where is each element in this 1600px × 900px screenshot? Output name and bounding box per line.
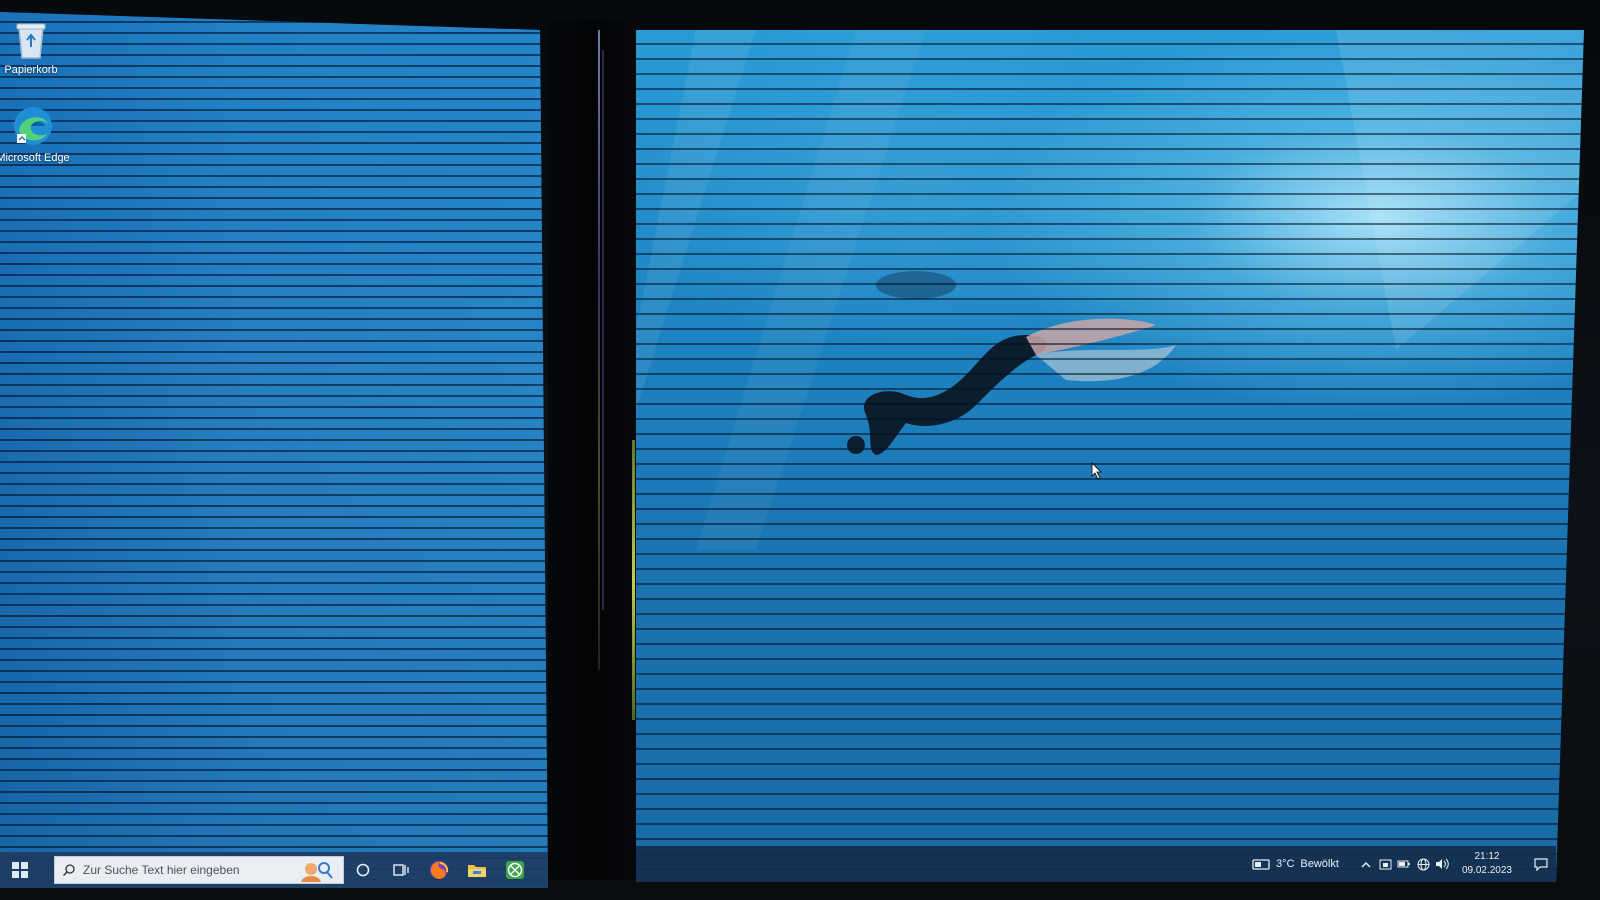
file-explorer-icon bbox=[468, 865, 486, 877]
notification-icon bbox=[1534, 857, 1548, 871]
desktop-icon-edge[interactable]: Microsoft Edge bbox=[0, 104, 78, 164]
desktop-icon-label: Microsoft Edge bbox=[0, 152, 70, 164]
edge-icon bbox=[14, 107, 52, 145]
recycle-bin-icon bbox=[16, 23, 46, 59]
start-button[interactable] bbox=[0, 852, 40, 888]
artifact-line bbox=[602, 50, 604, 610]
weather-description: Bewölkt bbox=[1300, 858, 1339, 870]
desktop-icon-recycle-bin[interactable]: Papierkorb bbox=[0, 20, 76, 76]
security-shield-icon bbox=[1379, 859, 1392, 869]
tray-network[interactable] bbox=[1414, 846, 1433, 882]
taskbar bbox=[0, 852, 548, 888]
system-tray: 3°C Bewölkt 21:12 09.02.2023 bbox=[1252, 846, 1556, 882]
tray-battery[interactable] bbox=[1395, 846, 1414, 882]
clock-date: 09.02.2023 bbox=[1461, 865, 1512, 876]
windows-logo-icon bbox=[12, 862, 28, 878]
taskbar-task-view[interactable] bbox=[382, 852, 420, 888]
task-view-icon bbox=[393, 864, 409, 876]
speaker-volume-icon bbox=[1436, 858, 1450, 870]
taskbar-clock[interactable]: 21:12 09.02.2023 bbox=[1462, 850, 1512, 878]
freediver-silhouette bbox=[847, 271, 1176, 455]
taskbar-file-explorer[interactable] bbox=[458, 852, 496, 888]
search-input[interactable] bbox=[81, 862, 285, 878]
clock-time: 21:12 bbox=[1474, 851, 1500, 862]
xbox-icon bbox=[506, 861, 524, 879]
artifact-line bbox=[632, 440, 635, 720]
taskbar-cortana[interactable] bbox=[344, 852, 382, 888]
desktop-icon-label: Papierkorb bbox=[4, 64, 58, 76]
battery-icon bbox=[1397, 860, 1411, 868]
firefox-icon bbox=[430, 861, 449, 879]
screen-split-gap bbox=[548, 20, 636, 880]
left-monitor-screen: Papierkorb Microsoft Edge bbox=[0, 12, 548, 888]
chevron-up-icon bbox=[1361, 861, 1371, 867]
taskbar-xbox[interactable] bbox=[496, 852, 534, 888]
taskbar-secondary: 3°C Bewölkt 21:12 09.02.2023 bbox=[636, 846, 1556, 882]
right-monitor-screen: 3°C Bewölkt 21:12 09.02.2023 bbox=[636, 30, 1584, 882]
search-icon bbox=[63, 864, 75, 876]
network-globe-icon bbox=[1417, 858, 1430, 870]
taskbar-search-box[interactable] bbox=[54, 856, 344, 884]
display-artifact-lines bbox=[0, 12, 548, 888]
tray-security[interactable] bbox=[1376, 846, 1395, 882]
cortana-icon bbox=[356, 863, 370, 877]
search-highlight-illustration-icon bbox=[301, 862, 333, 882]
weather-widget[interactable]: 3°C Bewölkt bbox=[1252, 858, 1339, 870]
mouse-cursor-icon bbox=[1091, 462, 1102, 480]
tray-overflow-chevron[interactable] bbox=[1357, 846, 1376, 882]
taskbar-firefox[interactable] bbox=[420, 852, 458, 888]
weather-cloud-icon bbox=[1252, 859, 1270, 870]
tray-volume[interactable] bbox=[1433, 846, 1452, 882]
notification-center-button[interactable] bbox=[1526, 846, 1556, 882]
weather-temperature: 3°C bbox=[1275, 858, 1295, 870]
artifact-line bbox=[598, 30, 600, 670]
